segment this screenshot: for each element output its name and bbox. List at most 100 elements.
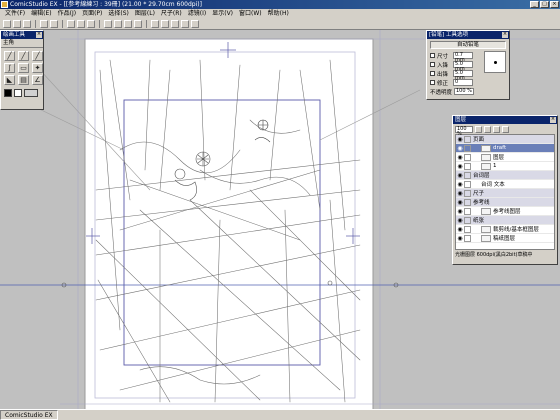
- eye-icon[interactable]: ◉: [456, 226, 464, 233]
- lock-icon[interactable]: [464, 207, 471, 215]
- layer-toggle-icon[interactable]: [181, 20, 189, 28]
- main-color-swatch[interactable]: [4, 89, 12, 97]
- redo-icon[interactable]: [50, 20, 58, 28]
- preset-dropdown[interactable]: 自动铅笔: [430, 41, 506, 49]
- layer-row[interactable]: ◉ 1: [456, 162, 554, 171]
- undo-icon[interactable]: [40, 20, 48, 28]
- fit-page-icon[interactable]: [124, 20, 132, 28]
- layer-row[interactable]: ◉ 页面: [456, 135, 554, 144]
- lock-icon[interactable]: [464, 162, 471, 170]
- layer-row[interactable]: ◉ draft: [456, 144, 554, 153]
- open-file-icon[interactable]: [13, 20, 21, 28]
- taper-in-checkbox[interactable]: [430, 62, 435, 67]
- lock-icon[interactable]: [464, 225, 471, 233]
- lock-icon[interactable]: [464, 144, 471, 152]
- menu-filter[interactable]: 滤镜(I): [185, 9, 209, 19]
- copy-icon[interactable]: [77, 20, 85, 28]
- close-button[interactable]: ×: [550, 1, 559, 8]
- window-controls: _ □ ×: [530, 1, 559, 8]
- minimize-button[interactable]: _: [530, 1, 539, 8]
- layer-row[interactable]: ◉ 参考线图层: [456, 207, 554, 216]
- eye-icon[interactable]: ◉: [456, 190, 464, 197]
- menu-ruler[interactable]: 尺子(R): [158, 9, 185, 19]
- eye-icon[interactable]: ◉: [456, 136, 464, 143]
- pen-tool-icon[interactable]: ╱: [4, 51, 15, 61]
- marker-tool-icon[interactable]: ╱: [32, 51, 43, 61]
- lock-icon[interactable]: [464, 216, 471, 224]
- eye-icon[interactable]: ◉: [456, 217, 464, 224]
- eye-icon[interactable]: ◉: [456, 154, 464, 161]
- correction-field[interactable]: 0: [453, 79, 473, 86]
- layer-opacity-field[interactable]: 100 %: [455, 125, 473, 136]
- zoom-out-icon[interactable]: [114, 20, 122, 28]
- fill-tool-icon[interactable]: ◣: [4, 75, 15, 85]
- eye-icon[interactable]: ◉: [456, 163, 464, 170]
- airbrush-tool-icon[interactable]: ✦: [32, 63, 43, 73]
- eye-icon[interactable]: ◉: [456, 181, 464, 188]
- lock-icon[interactable]: [464, 171, 471, 179]
- sub-color-swatch[interactable]: [14, 89, 22, 97]
- menu-help[interactable]: 帮助(H): [265, 9, 292, 19]
- layer-row[interactable]: ◉ 尺子: [456, 189, 554, 198]
- menu-work[interactable]: 作品(J): [55, 9, 79, 19]
- layer-row[interactable]: ◉ 图层: [456, 153, 554, 162]
- close-icon[interactable]: ×: [36, 32, 42, 38]
- lock-icon[interactable]: [464, 135, 471, 143]
- menu-page[interactable]: 页面(P): [79, 9, 105, 19]
- new-layer-icon[interactable]: [475, 125, 482, 133]
- lock-icon[interactable]: [464, 234, 471, 242]
- palette-toggle-icon[interactable]: [191, 20, 199, 28]
- new-file-icon[interactable]: [3, 20, 11, 28]
- maximize-button[interactable]: □: [540, 1, 549, 8]
- layer-row[interactable]: ◉ 台词层: [456, 171, 554, 180]
- ruler-icon[interactable]: [161, 20, 169, 28]
- menu-view[interactable]: 显示(V): [209, 9, 236, 19]
- layer-row[interactable]: ◉ 裁剪线/基本框图层: [456, 225, 554, 234]
- size-field[interactable]: 0.7 mm: [453, 52, 473, 63]
- bg-color-swatch[interactable]: [24, 89, 38, 97]
- close-icon[interactable]: ×: [502, 32, 508, 38]
- eye-icon[interactable]: ◉: [456, 145, 464, 152]
- menu-edit[interactable]: 编辑(E): [28, 9, 54, 19]
- cut-icon[interactable]: [67, 20, 75, 28]
- pencil-tool-icon[interactable]: ╱: [18, 51, 29, 61]
- lock-icon[interactable]: [464, 189, 471, 197]
- taper-out-field[interactable]: 5.0 mm: [453, 70, 473, 81]
- eraser-tool-icon[interactable]: ▭: [18, 63, 29, 73]
- gradient-tool-icon[interactable]: ▤: [18, 75, 29, 85]
- layer-toolbar: 100 %: [453, 124, 557, 136]
- delete-layer-icon[interactable]: [502, 125, 509, 133]
- correction-checkbox[interactable]: [430, 80, 435, 85]
- layer-row[interactable]: ◉ 台词 文本: [456, 180, 554, 189]
- close-icon[interactable]: ×: [550, 117, 556, 123]
- eye-icon[interactable]: ◉: [456, 235, 464, 242]
- opacity-field[interactable]: 100 %: [454, 88, 474, 95]
- rotate-icon[interactable]: [134, 20, 142, 28]
- eye-icon[interactable]: ◉: [456, 208, 464, 215]
- line-tool-icon[interactable]: ∠: [32, 75, 43, 85]
- taper-out-checkbox[interactable]: [430, 71, 435, 76]
- eye-icon[interactable]: ◉: [456, 199, 464, 206]
- paste-icon[interactable]: [87, 20, 95, 28]
- tool-tab[interactable]: 主角: [1, 39, 43, 48]
- brush-tool-icon[interactable]: ∫: [4, 63, 15, 73]
- lock-icon[interactable]: [464, 198, 471, 206]
- lock-icon[interactable]: [464, 180, 471, 188]
- snap-icon[interactable]: [171, 20, 179, 28]
- menu-select[interactable]: 选择(S): [105, 9, 132, 19]
- layer-property-icon[interactable]: [493, 125, 500, 133]
- layer-folder-icon[interactable]: [484, 125, 491, 133]
- menu-window[interactable]: 窗口(W): [236, 9, 265, 19]
- eye-icon[interactable]: ◉: [456, 172, 464, 179]
- zoom-in-icon[interactable]: [104, 20, 112, 28]
- grid-icon[interactable]: [151, 20, 159, 28]
- lock-icon[interactable]: [464, 153, 471, 161]
- layer-row[interactable]: ◉ 稿纸图层: [456, 234, 554, 243]
- layer-row[interactable]: ◉ 参考线: [456, 198, 554, 207]
- layer-row[interactable]: ◉ 纸张: [456, 216, 554, 225]
- menu-file[interactable]: 文件(F): [2, 9, 28, 19]
- size-checkbox[interactable]: [430, 53, 435, 58]
- save-icon[interactable]: [23, 20, 31, 28]
- menu-layer[interactable]: 图层(L): [132, 9, 158, 19]
- taper-in-field[interactable]: 5.0 mm: [453, 61, 473, 72]
